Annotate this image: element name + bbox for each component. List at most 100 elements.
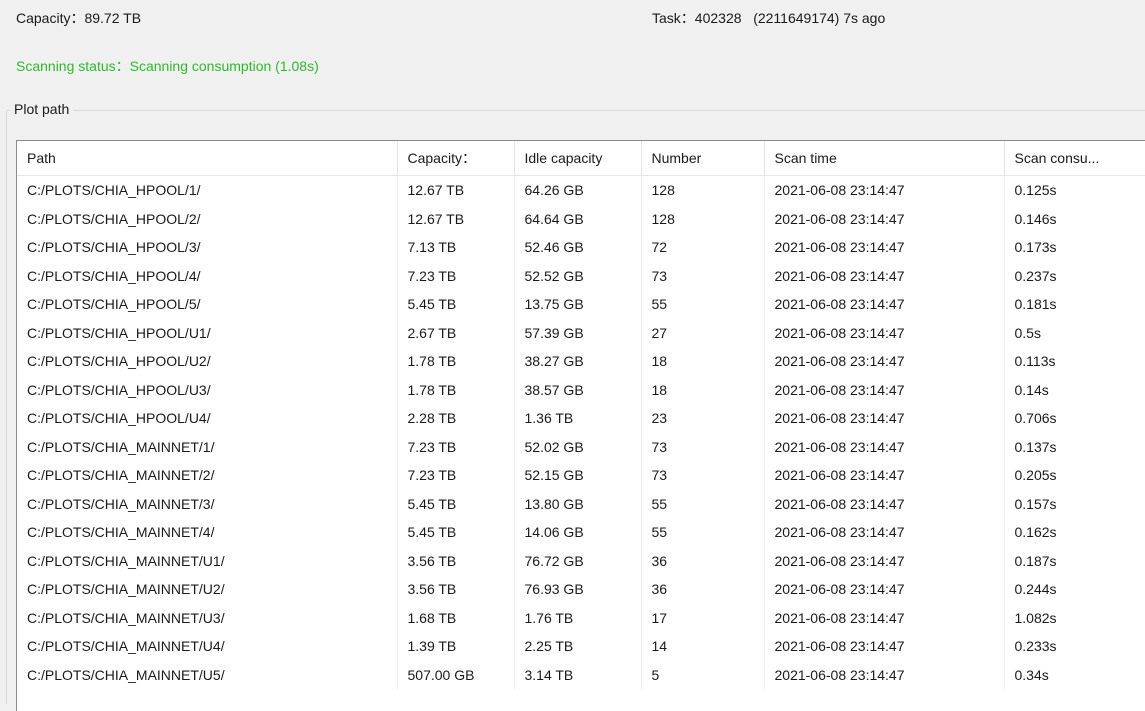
cell-scan-time: 2021-06-08 23:14:47	[764, 375, 1005, 404]
cell-number: 27	[641, 318, 765, 347]
table-row[interactable]: C:/PLOTS/CHIA_MAINNET/U1/3.56 TB 76.72 GB…	[17, 546, 1145, 575]
column-header-capacity[interactable]: Capacity：	[397, 141, 515, 176]
cell-number: 55	[641, 518, 765, 547]
cell-path: C:/PLOTS/CHIA_MAINNET/4/	[17, 518, 398, 547]
cell-scan-time: 2021-06-08 23:14:47	[764, 404, 1005, 433]
cell-scan-consumption: 1.082s	[1004, 603, 1145, 632]
cell-path: C:/PLOTS/CHIA_MAINNET/U1/	[17, 546, 398, 575]
table-row[interactable]: C:/PLOTS/CHIA_MAINNET/2/7.23 TB 52.15 GB 7…	[17, 461, 1145, 490]
table-row[interactable]: C:/PLOTS/CHIA_HPOOL/5/5.45 TB 13.75 GB 55 2…	[17, 290, 1145, 319]
task-value: 402328	[694, 10, 742, 26]
cell-idle-capacity: 76.72 GB	[514, 546, 642, 575]
table-row[interactable]: C:/PLOTS/CHIA_MAINNET/4/5.45 TB 14.06 GB 5…	[17, 518, 1145, 547]
table-row[interactable]: C:/PLOTS/CHIA_HPOOL/1/12.67 TB 64.26 GB 12…	[17, 175, 1145, 205]
capacity-summary: Capacity：89.72 TB	[16, 8, 141, 28]
cell-idle-capacity: 38.57 GB	[514, 375, 642, 404]
cell-scan-consumption: 0.181s	[1004, 290, 1145, 319]
summary-row: Capacity：89.72 TB Task：402328 (221164917…	[16, 8, 1145, 28]
table-row[interactable]: C:/PLOTS/CHIA_HPOOL/2/12.67 TB 64.64 GB 12…	[17, 204, 1145, 233]
cell-scan-consumption: 0.34s	[1004, 660, 1145, 689]
cell-idle-capacity: 1.36 TB	[514, 404, 642, 433]
cell-idle-capacity: 52.15 GB	[514, 461, 642, 490]
cell-idle-capacity: 52.46 GB	[514, 233, 642, 262]
table-row[interactable]: C:/PLOTS/CHIA_HPOOL/4/7.23 TB 52.52 GB 73 2…	[17, 261, 1145, 290]
cell-scan-time: 2021-06-08 23:14:47	[764, 261, 1005, 290]
cell-number: 5	[641, 660, 765, 689]
plot-path-table-frame[interactable]: Path Capacity： Idle capacity Number Scan…	[16, 140, 1145, 711]
column-header-number[interactable]: Number	[641, 141, 765, 176]
cell-number: 73	[641, 432, 765, 461]
cell-scan-time: 2021-06-08 23:14:47	[764, 461, 1005, 490]
cell-scan-time: 2021-06-08 23:14:47	[764, 432, 1005, 461]
table-row[interactable]: C:/PLOTS/CHIA_HPOOL/U3/1.78 TB 38.57 GB 18…	[17, 375, 1145, 404]
cell-scan-consumption: 0.5s	[1004, 318, 1145, 347]
cell-scan-time: 2021-06-08 23:14:47	[764, 489, 1005, 518]
table-row[interactable]: C:/PLOTS/CHIA_MAINNET/U4/1.39 TB 2.25 TB 1…	[17, 632, 1145, 661]
cell-path: C:/PLOTS/CHIA_HPOOL/2/	[17, 204, 398, 233]
table-row[interactable]: C:/PLOTS/CHIA_HPOOL/U1/2.67 TB 57.39 GB 27…	[17, 318, 1145, 347]
table-row[interactable]: C:/PLOTS/CHIA_HPOOL/U2/1.78 TB 38.27 GB 18…	[17, 347, 1145, 376]
cell-idle-capacity: 13.80 GB	[514, 489, 642, 518]
column-header-scan-consumption[interactable]: Scan consu...	[1004, 141, 1145, 176]
cell-scan-consumption: 0.237s	[1004, 261, 1145, 290]
cell-idle-capacity: 64.26 GB	[514, 175, 642, 205]
cell-capacity: 3.56 TB	[397, 575, 515, 604]
cell-idle-capacity: 38.27 GB	[514, 347, 642, 376]
table-row[interactable]: C:/PLOTS/CHIA_MAINNET/1/7.23 TB 52.02 GB 7…	[17, 432, 1145, 461]
cell-path: C:/PLOTS/CHIA_HPOOL/5/	[17, 290, 398, 319]
scan-status: Scanning status：Scanning consumption (1.…	[16, 56, 319, 76]
cell-idle-capacity: 57.39 GB	[514, 318, 642, 347]
cell-capacity: 1.39 TB	[397, 632, 515, 661]
table-row[interactable]: C:/PLOTS/CHIA_HPOOL/3/7.13 TB 52.46 GB 72 2…	[17, 233, 1145, 262]
cell-idle-capacity: 2.25 TB	[514, 632, 642, 661]
table-row[interactable]: C:/PLOTS/CHIA_MAINNET/U3/1.68 TB 1.76 TB 1…	[17, 603, 1145, 632]
table-row[interactable]: C:/PLOTS/CHIA_HPOOL/U4/2.28 TB 1.36 TB 23 2…	[17, 404, 1145, 433]
cell-scan-consumption: 0.157s	[1004, 489, 1145, 518]
cell-scan-time: 2021-06-08 23:14:47	[764, 546, 1005, 575]
cell-scan-time: 2021-06-08 23:14:47	[764, 632, 1005, 661]
cell-idle-capacity: 76.93 GB	[514, 575, 642, 604]
cell-capacity: 5.45 TB	[397, 518, 515, 547]
cell-scan-consumption: 0.146s	[1004, 204, 1145, 233]
cell-path: C:/PLOTS/CHIA_HPOOL/4/	[17, 261, 398, 290]
cell-scan-consumption: 0.125s	[1004, 175, 1145, 205]
table-row[interactable]: C:/PLOTS/CHIA_MAINNET/3/5.45 TB 13.80 GB 5…	[17, 489, 1145, 518]
capacity-label: Capacity：	[16, 10, 85, 26]
cell-scan-time: 2021-06-08 23:14:47	[764, 175, 1005, 205]
cell-number: 128	[641, 204, 765, 233]
cell-number: 73	[641, 261, 765, 290]
column-header-path[interactable]: Path	[17, 141, 398, 176]
cell-scan-time: 2021-06-08 23:14:47	[764, 518, 1005, 547]
cell-scan-time: 2021-06-08 23:14:47	[764, 603, 1005, 632]
column-header-idle-capacity[interactable]: Idle capacity	[514, 141, 642, 176]
cell-scan-consumption: 0.187s	[1004, 546, 1145, 575]
cell-scan-time: 2021-06-08 23:14:47	[764, 660, 1005, 689]
column-header-scan-time[interactable]: Scan time	[764, 141, 1005, 176]
cell-scan-consumption: 0.137s	[1004, 432, 1145, 461]
cell-path: C:/PLOTS/CHIA_MAINNET/U5/	[17, 660, 398, 689]
cell-idle-capacity: 52.52 GB	[514, 261, 642, 290]
cell-number: 55	[641, 290, 765, 319]
cell-scan-time: 2021-06-08 23:14:47	[764, 204, 1005, 233]
cell-capacity: 507.00 GB	[397, 660, 515, 689]
cell-idle-capacity: 14.06 GB	[514, 518, 642, 547]
cell-scan-time: 2021-06-08 23:14:47	[764, 233, 1005, 262]
cell-path: C:/PLOTS/CHIA_MAINNET/U2/	[17, 575, 398, 604]
table-row[interactable]: C:/PLOTS/CHIA_MAINNET/U5/507.00 GB 3.14 T…	[17, 660, 1145, 689]
cell-capacity: 12.67 TB	[397, 204, 515, 233]
cell-scan-consumption: 0.205s	[1004, 461, 1145, 490]
cell-number: 36	[641, 546, 765, 575]
cell-path: C:/PLOTS/CHIA_MAINNET/U3/	[17, 603, 398, 632]
cell-capacity: 1.68 TB	[397, 603, 515, 632]
cell-number: 36	[641, 575, 765, 604]
cell-scan-consumption: 0.113s	[1004, 347, 1145, 376]
cell-number: 128	[641, 175, 765, 205]
table-row[interactable]: C:/PLOTS/CHIA_MAINNET/U2/3.56 TB 76.93 GB…	[17, 575, 1145, 604]
cell-number: 73	[641, 461, 765, 490]
cell-capacity: 5.45 TB	[397, 489, 515, 518]
cell-capacity: 12.67 TB	[397, 175, 515, 205]
cell-idle-capacity: 3.14 TB	[514, 660, 642, 689]
cell-capacity: 7.23 TB	[397, 461, 515, 490]
scan-status-label: Scanning status：	[16, 58, 130, 74]
cell-number: 55	[641, 489, 765, 518]
